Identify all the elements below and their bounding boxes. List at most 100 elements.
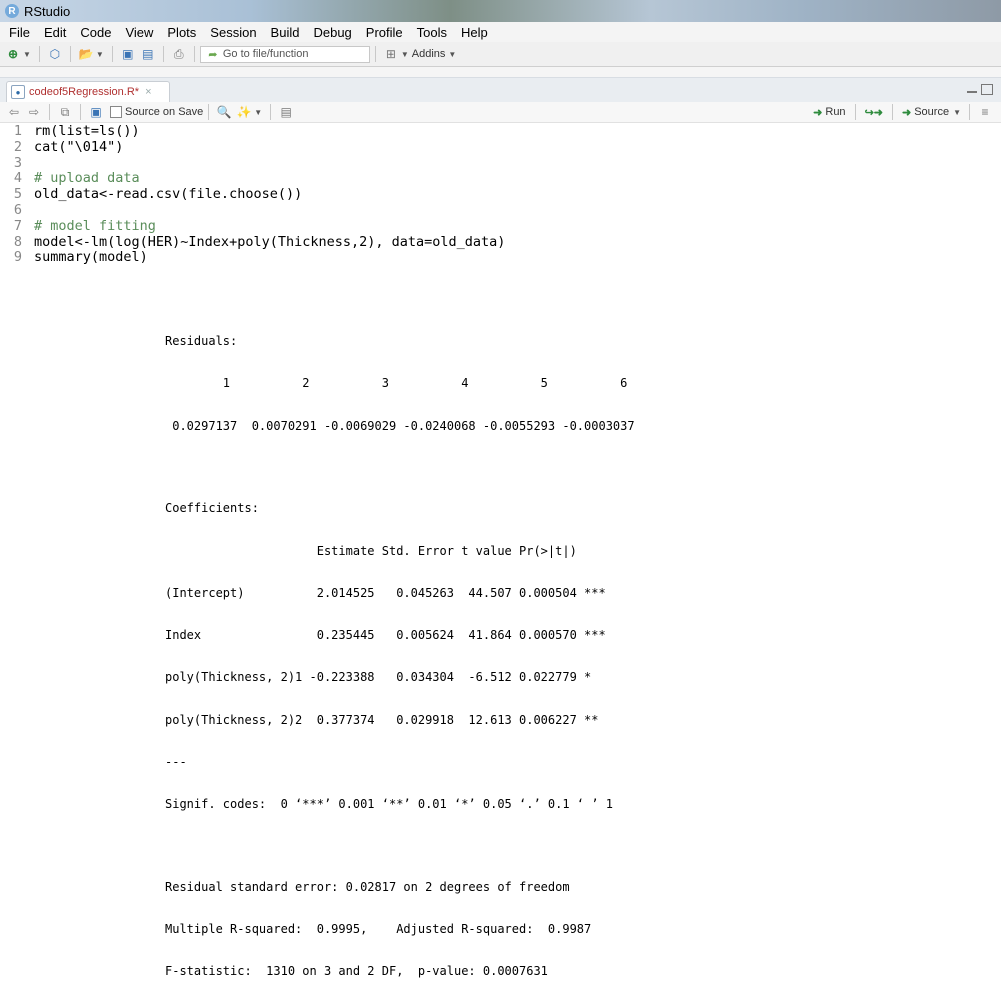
- menu-edit[interactable]: Edit: [37, 25, 73, 40]
- find-replace-icon[interactable]: 🔍: [216, 104, 232, 120]
- line-number: 7: [13, 217, 22, 234]
- menu-session[interactable]: Session: [203, 25, 263, 40]
- coefficient-row: (Intercept) 2.014525 0.045263 44.507 0.0…: [165, 585, 606, 600]
- show-in-window-icon[interactable]: ⧉: [57, 104, 73, 120]
- menu-view[interactable]: View: [118, 25, 160, 40]
- addins-dropdown-icon[interactable]: ▼: [448, 50, 456, 59]
- source-on-save-checkbox[interactable]: [110, 106, 122, 118]
- editor-run-controls: ➜ Run ↪➜ ➜ Source ▼ ≡: [809, 102, 995, 122]
- line-number: 5: [13, 186, 22, 203]
- code-line: 1 rm(list=ls()): [0, 123, 1001, 140]
- code-text: old_data<-read.csv(file.choose()): [34, 186, 303, 203]
- open-file-dropdown-icon[interactable]: ▼: [96, 50, 104, 59]
- save-icon[interactable]: ▣: [88, 104, 104, 120]
- menu-help[interactable]: Help: [454, 25, 495, 40]
- coefficient-row: poly(Thickness, 2)2 0.377374 0.029918 12…: [165, 712, 606, 727]
- toolbar-separator: [208, 104, 210, 120]
- coefficients-header: Coefficients:: [165, 501, 259, 516]
- editor-tab-bar: ● codeof5Regression.R* ×: [0, 77, 1001, 102]
- source-dropdown-icon[interactable]: ▼: [953, 108, 961, 117]
- editor-tab[interactable]: ● codeof5Regression.R* ×: [6, 81, 170, 102]
- rstudio-logo-icon: R: [5, 4, 19, 18]
- menu-file[interactable]: File: [2, 25, 37, 40]
- divider-line: ---: [165, 754, 187, 769]
- code-text: summary(model): [34, 249, 148, 266]
- code-tools-dropdown-icon[interactable]: ▼: [254, 108, 262, 117]
- residuals-index-row: 1 2 3 4 5 6: [165, 376, 628, 391]
- source-button[interactable]: ➜ Source: [902, 106, 949, 119]
- r-squared-line: Multiple R-squared: 0.9995, Adjusted R-s…: [165, 921, 599, 936]
- source-label: Source: [914, 106, 950, 118]
- menu-code[interactable]: Code: [73, 25, 118, 40]
- toolbar-separator: [374, 46, 376, 62]
- editor-toolbar: ⇦ ⇨ ⧉ ▣ Source on Save 🔍 ✨ ▼ ▤ ➜ Run ↪➜ …: [0, 102, 1001, 123]
- document-outline-icon[interactable]: ≡: [977, 104, 993, 120]
- toolbar-separator: [69, 46, 71, 62]
- new-file-icon[interactable]: ⊕: [5, 46, 21, 62]
- toolbar-separator: [49, 104, 50, 120]
- panes-dropdown-icon[interactable]: ▼: [401, 50, 409, 59]
- line-number: 2: [13, 138, 22, 155]
- menu-build[interactable]: Build: [264, 25, 307, 40]
- goto-file-function-input[interactable]: ➦ Go to file/function: [199, 45, 370, 63]
- line-number: 9: [13, 249, 22, 266]
- goto-arrow-icon: ➦: [208, 48, 218, 61]
- line-number: 3: [13, 154, 22, 171]
- toolbar-separator: [969, 104, 970, 120]
- code-line: 9 summary(model): [0, 250, 1001, 266]
- code-tools-wand-icon[interactable]: ✨: [236, 104, 252, 120]
- new-project-icon[interactable]: ⬡: [47, 46, 63, 62]
- toolbar-separator: [80, 104, 81, 120]
- menu-profile[interactable]: Profile: [359, 25, 410, 40]
- code-text: cat("\014"): [34, 138, 124, 155]
- tab-filename: codeof5Regression.R*: [29, 86, 140, 98]
- code-line: 7 # model fitting: [0, 217, 1001, 235]
- maximize-pane-icon[interactable]: [981, 84, 993, 95]
- goto-placeholder: Go to file/function: [222, 48, 309, 60]
- coefficients-table-header: Estimate Std. Error t value Pr(>|t|): [165, 543, 606, 558]
- code-line: 3: [0, 154, 1001, 172]
- code-editor[interactable]: 1 rm(list=ls()) 2 cat("\014") 3 4 # upload …: [0, 123, 1001, 267]
- save-icon[interactable]: ▣: [120, 46, 136, 62]
- toolbar-separator: [270, 104, 272, 120]
- code-comment: # model fitting: [34, 217, 156, 234]
- run-button[interactable]: ➜ Run: [813, 106, 845, 119]
- source-arrow-icon: ➜: [902, 106, 912, 119]
- line-number: 4: [13, 170, 22, 187]
- residual-standard-error: Residual standard error: 0.02817 on 2 de…: [165, 879, 570, 894]
- toolbar-separator: [162, 46, 164, 62]
- new-file-dropdown-icon[interactable]: ▼: [23, 50, 31, 59]
- code-line: 5 old_data<-read.csv(file.choose()): [0, 186, 1001, 203]
- menu-debug[interactable]: Debug: [306, 25, 358, 40]
- back-icon[interactable]: ⇦: [6, 104, 22, 120]
- print-icon[interactable]: ⎙: [171, 46, 187, 62]
- addins-menu[interactable]: Addins: [412, 48, 446, 60]
- minimize-pane-icon[interactable]: [967, 88, 977, 93]
- code-text: model<-lm(log(HER)~Index+poly(Thickness,…: [34, 233, 506, 250]
- forward-icon[interactable]: ⇨: [26, 104, 42, 120]
- rstudio-window: R RStudio File Edit Code View Plots Sess…: [0, 0, 1001, 302]
- open-file-icon[interactable]: 📂: [78, 46, 94, 62]
- residuals-value-row: 0.0297137 0.0070291 -0.0069029 -0.024006…: [165, 418, 635, 433]
- run-arrow-icon: ➜: [813, 106, 823, 119]
- main-toolbar: ⊕ ▼ ⬡ 📂 ▼ ▣ ▤ ⎙ ➦ Go to file/function ⊞ …: [0, 42, 1001, 67]
- save-all-icon[interactable]: ▤: [140, 46, 156, 62]
- code-text: rm(list=ls()): [34, 123, 140, 139]
- source-on-save-label: Source on Save: [125, 106, 204, 118]
- rerun-icon[interactable]: ↪➜: [865, 106, 883, 119]
- run-label: Run: [825, 106, 846, 118]
- code-line: 6: [0, 202, 1001, 219]
- compile-report-icon[interactable]: ▤: [278, 104, 294, 120]
- menu-plots[interactable]: Plots: [160, 25, 203, 40]
- pane-window-controls: [967, 84, 993, 95]
- coefficient-row: Index 0.235445 0.005624 41.864 0.000570 …: [165, 628, 606, 643]
- close-tab-icon[interactable]: ×: [145, 86, 151, 98]
- line-number: 8: [13, 233, 22, 250]
- workspace-panes-icon[interactable]: ⊞: [383, 46, 399, 62]
- code-line: 4 # upload data: [0, 171, 1001, 187]
- signif-codes: Signif. codes: 0 ‘***’ 0.001 ‘**’ 0.01 ‘…: [165, 797, 613, 812]
- menu-tools[interactable]: Tools: [410, 25, 454, 40]
- toolbar-separator: [193, 46, 195, 62]
- toolbar-separator: [111, 46, 113, 62]
